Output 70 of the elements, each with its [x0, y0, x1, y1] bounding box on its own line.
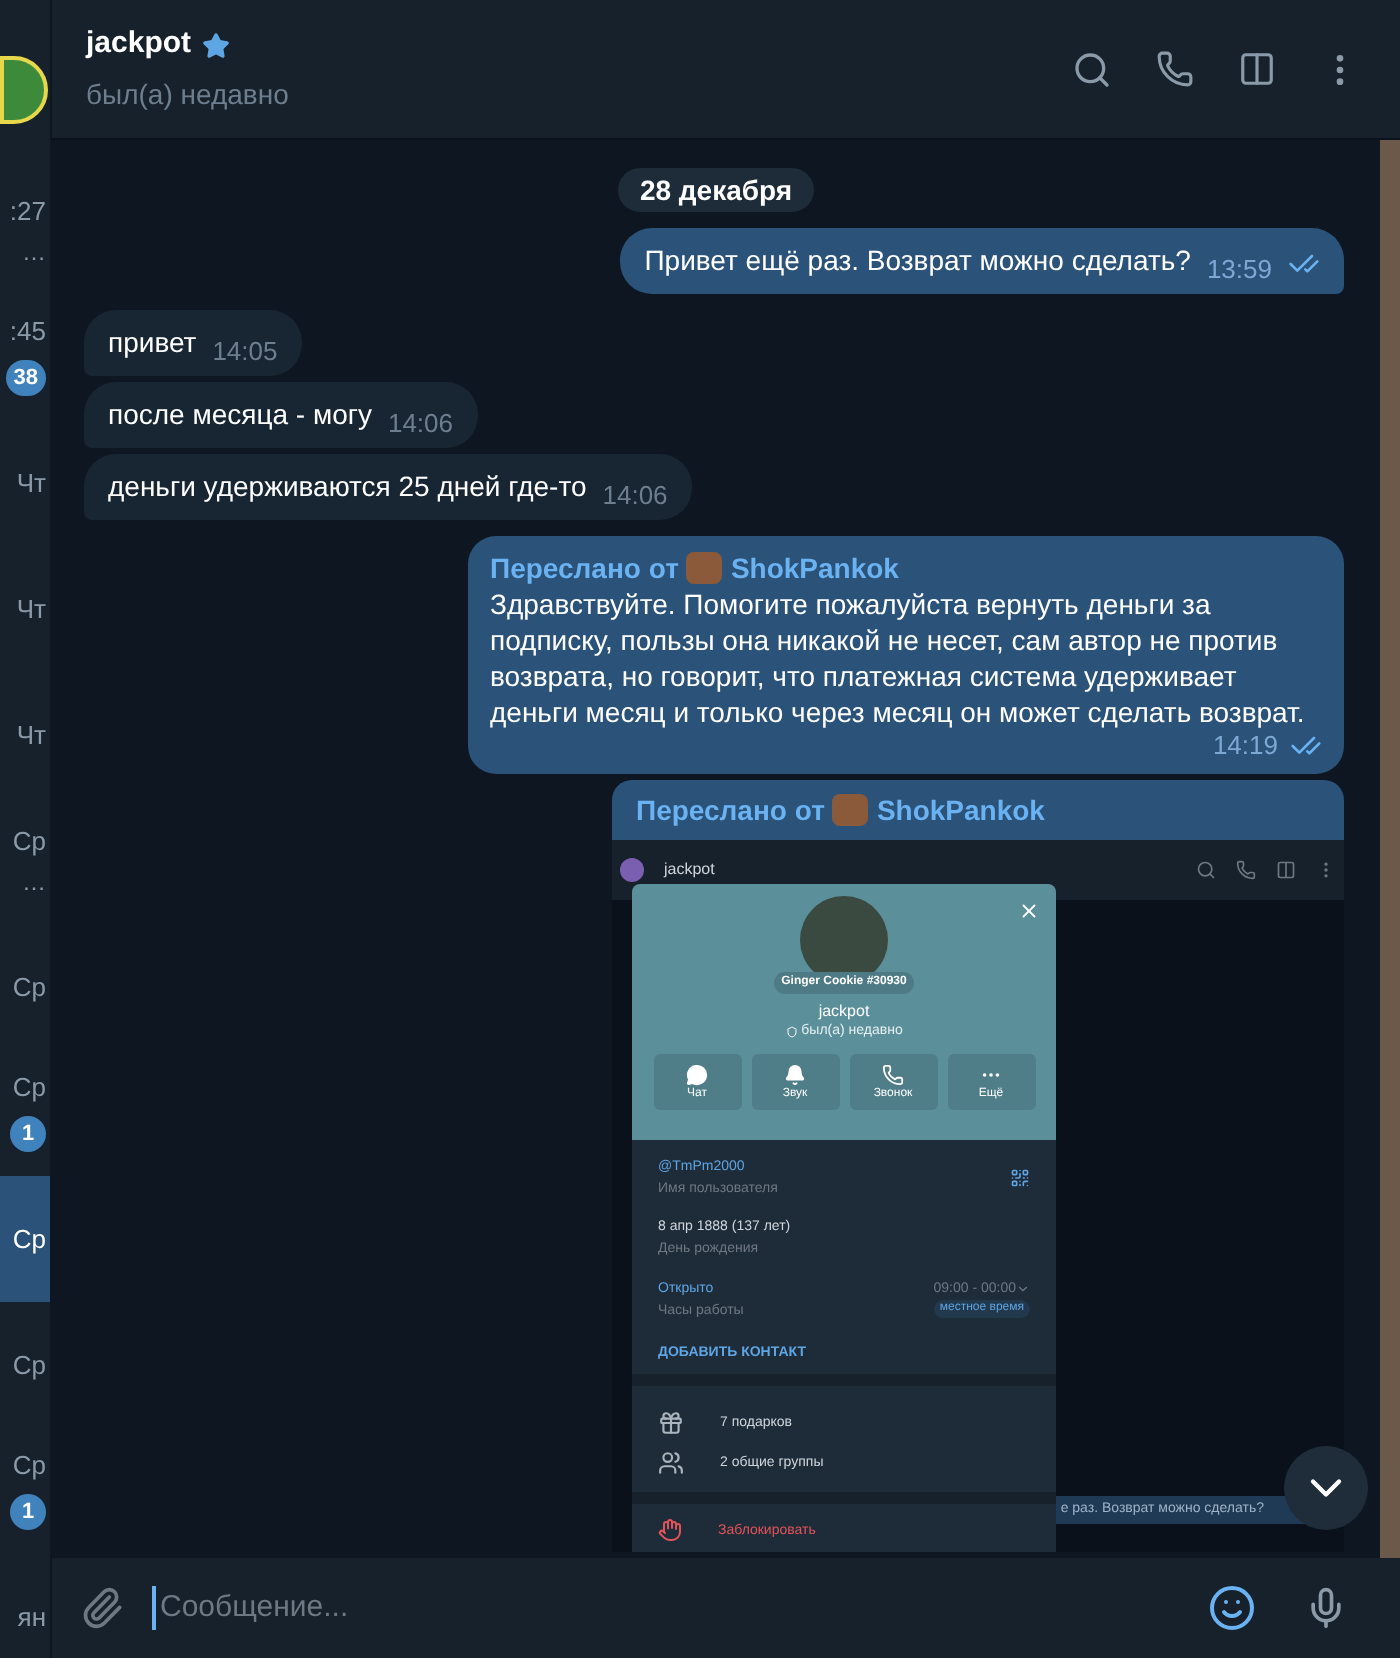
- chat-list-item[interactable]: Ср: [0, 1302, 50, 1428]
- chat-time: Чт: [16, 470, 46, 496]
- chat-time: Ср: [12, 1452, 46, 1478]
- forward-label: Переслано от: [636, 792, 825, 828]
- phone-icon[interactable]: [1156, 50, 1194, 88]
- close-icon[interactable]: [1018, 900, 1040, 922]
- chat-time: Чт: [16, 596, 46, 622]
- chat-list-item[interactable]: ян: [0, 1554, 50, 1658]
- chat-list-item[interactable]: Чт: [0, 546, 50, 672]
- sidebar-icon: [1276, 860, 1296, 880]
- message-time: 14:05: [212, 336, 278, 368]
- chevron-icon: [1016, 1282, 1030, 1296]
- search-icon[interactable]: [1072, 49, 1112, 89]
- chat-time: :27: [9, 198, 46, 224]
- chat-list-item[interactable]: Ср …: [0, 798, 50, 924]
- chat-icon: [686, 1064, 708, 1086]
- message-text: Привет ещё раз. Возврат можно сделать?: [644, 242, 1191, 280]
- qr-code-icon[interactable]: [1010, 1168, 1030, 1188]
- gift-icon: [658, 1410, 684, 1436]
- group-icon: [658, 1450, 684, 1476]
- unread-count: 1: [10, 1116, 46, 1152]
- message-time: 14:06: [387, 408, 454, 440]
- message-text: Здравствуйте. Помогите пожалуйста вернуть деньги за подписку, пользы она никакой не несет, сам автор не против возврата, но говорит, что платежная система удерживает деньги месяц и только через месяц он может сделать возврат.: [490, 586, 1307, 730]
- hand-icon: [658, 1518, 682, 1542]
- phone-icon: [882, 1064, 904, 1086]
- sidebar-toggle-icon[interactable]: [1238, 50, 1276, 88]
- chat-list-item[interactable]: Ср 1: [0, 1050, 50, 1176]
- chat-status: был(а) недавно: [86, 75, 289, 114]
- chat-list-item[interactable]: Чт: [0, 672, 50, 798]
- message-time: 14:19: [1212, 730, 1278, 762]
- forward-sender-link[interactable]: ShokPankok: [876, 792, 1045, 828]
- date-separator: 28 декабря: [617, 168, 815, 212]
- chat-list-item[interactable]: Ср: [0, 924, 50, 1050]
- chat-time: Ср: [12, 1074, 46, 1100]
- chat-time: Чт: [16, 722, 46, 748]
- phone-icon: [1236, 860, 1256, 880]
- avatar-placeholder: [620, 858, 644, 882]
- search-icon: [1196, 860, 1216, 880]
- chat-list-item[interactable]: Ср 1: [0, 1428, 50, 1554]
- attach-icon[interactable]: [80, 1586, 124, 1630]
- chat-time: :45: [9, 318, 46, 344]
- sender-avatar-icon: [832, 794, 869, 826]
- chat-time: Ср: [12, 828, 46, 854]
- chat-preview: …: [22, 240, 46, 264]
- profile-name: jackpot: [818, 1002, 870, 1022]
- chat-list-item[interactable]: :45 38: [0, 294, 50, 420]
- forward-sender-link[interactable]: ShokPankok: [730, 550, 899, 586]
- unread-count: 1: [10, 1494, 46, 1530]
- bell-icon: [784, 1064, 806, 1086]
- message-time: 13:59: [1206, 254, 1272, 286]
- chat-list-item[interactable]: Чт: [0, 420, 50, 546]
- chat-avatar[interactable]: [0, 56, 48, 124]
- chat-list-item[interactable]: Ср: [0, 1176, 50, 1302]
- message-time: 14:06: [602, 480, 668, 512]
- unread-count: 38: [5, 360, 46, 396]
- emoji-icon[interactable]: [1208, 1584, 1256, 1632]
- chat-time: ян: [17, 1604, 46, 1630]
- message-text: деньги удерживаются 25 дней где-то: [108, 468, 587, 506]
- chat-list-item[interactable]: :27 …: [0, 168, 50, 294]
- shield-icon: [785, 1026, 798, 1038]
- chat-time: Ср: [12, 974, 46, 1000]
- forward-label: Переслано от: [490, 550, 679, 586]
- chat-preview: …: [22, 870, 46, 894]
- chat-time: Ср: [12, 1226, 46, 1252]
- message-text: после месяца - могу: [108, 396, 372, 434]
- screenshot-header-title: jackpot: [664, 858, 715, 882]
- chat-title[interactable]: jackpot: [86, 22, 192, 68]
- message-text: привет: [108, 324, 197, 362]
- chat-time: Ср: [12, 1352, 46, 1378]
- sender-avatar-icon: [686, 552, 723, 584]
